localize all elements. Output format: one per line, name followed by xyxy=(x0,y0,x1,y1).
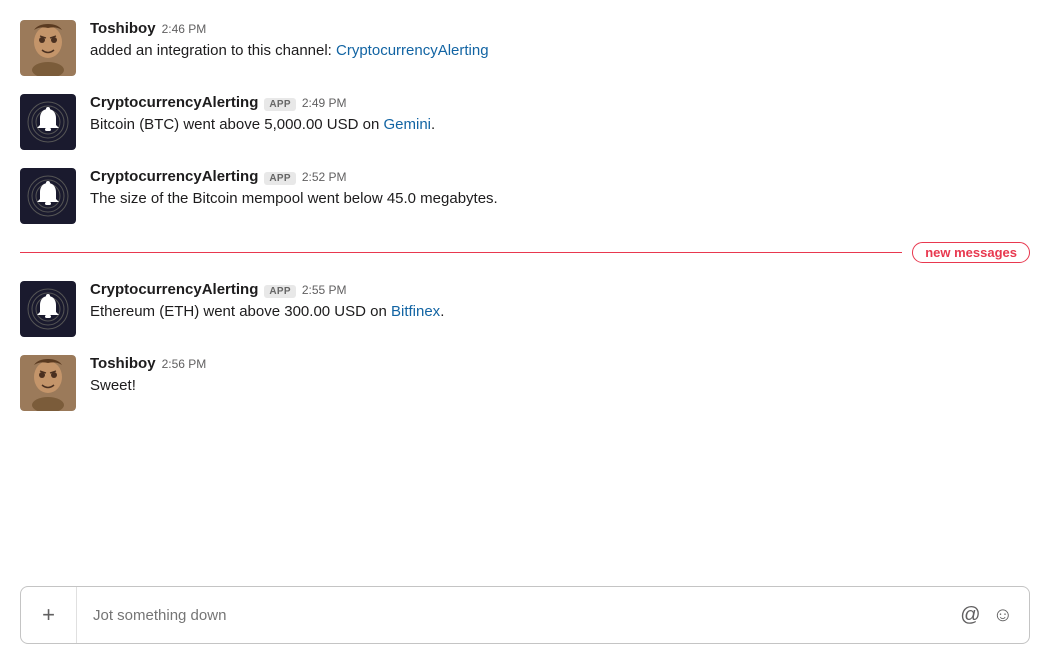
message-item: Toshiboy 2:46 PM added an integration to… xyxy=(20,20,1030,76)
timestamp: 2:56 PM xyxy=(162,357,207,371)
username: CryptocurrencyAlerting xyxy=(90,281,258,298)
divider-line xyxy=(20,252,902,253)
timestamp: 2:52 PM xyxy=(302,170,347,184)
message-item: CryptocurrencyAlerting APP 2:55 PM Ether… xyxy=(20,281,1030,337)
message-content: Toshiboy 2:56 PM Sweet! xyxy=(90,355,1030,398)
timestamp: 2:49 PM xyxy=(302,96,347,110)
message-text: The size of the Bitcoin mempool went bel… xyxy=(90,188,1030,211)
add-attachment-button[interactable]: + xyxy=(21,587,77,643)
message-input[interactable] xyxy=(77,593,960,638)
message-text: Ethereum (ETH) went above 300.00 USD on … xyxy=(90,301,1030,324)
message-header: Toshiboy 2:46 PM xyxy=(90,20,1030,37)
app-badge: APP xyxy=(264,285,295,298)
avatar xyxy=(20,355,76,411)
avatar xyxy=(20,281,76,337)
message-text: Sweet! xyxy=(90,375,1030,398)
message-composer: + @ ☺ xyxy=(20,586,1030,644)
new-messages-divider: new messages xyxy=(20,242,1030,263)
message-content: Toshiboy 2:46 PM added an integration to… xyxy=(90,20,1030,63)
message-item: CryptocurrencyAlerting APP 2:52 PM The s… xyxy=(20,168,1030,224)
message-header: CryptocurrencyAlerting APP 2:55 PM xyxy=(90,281,1030,298)
username: CryptocurrencyAlerting xyxy=(90,94,258,111)
exchange-link[interactable]: Gemini xyxy=(383,116,431,133)
integration-link[interactable]: CryptocurrencyAlerting xyxy=(336,42,489,59)
message-text: Bitcoin (BTC) went above 5,000.00 USD on… xyxy=(90,114,1030,137)
messages-container: Toshiboy 2:46 PM added an integration to… xyxy=(0,0,1050,576)
avatar xyxy=(20,20,76,76)
username: Toshiboy xyxy=(90,355,156,372)
username: CryptocurrencyAlerting xyxy=(90,168,258,185)
exchange-link[interactable]: Bitfinex xyxy=(391,303,440,320)
avatar xyxy=(20,94,76,150)
message-header: Toshiboy 2:56 PM xyxy=(90,355,1030,372)
message-content: CryptocurrencyAlerting APP 2:55 PM Ether… xyxy=(90,281,1030,324)
emoji-icon[interactable]: ☺ xyxy=(993,604,1013,627)
message-header: CryptocurrencyAlerting APP 2:52 PM xyxy=(90,168,1030,185)
message-content: CryptocurrencyAlerting APP 2:52 PM The s… xyxy=(90,168,1030,211)
message-content: CryptocurrencyAlerting APP 2:49 PM Bitco… xyxy=(90,94,1030,137)
timestamp: 2:46 PM xyxy=(162,22,207,36)
mention-icon[interactable]: @ xyxy=(960,604,980,627)
timestamp: 2:55 PM xyxy=(302,283,347,297)
message-header: CryptocurrencyAlerting APP 2:49 PM xyxy=(90,94,1030,111)
message-text: added an integration to this channel: Cr… xyxy=(90,40,1030,63)
app-badge: APP xyxy=(264,172,295,185)
composer-icons: @ ☺ xyxy=(960,604,1029,627)
new-messages-badge: new messages xyxy=(912,242,1030,263)
message-item: Toshiboy 2:56 PM Sweet! xyxy=(20,355,1030,411)
message-item: CryptocurrencyAlerting APP 2:49 PM Bitco… xyxy=(20,94,1030,150)
avatar xyxy=(20,168,76,224)
app-badge: APP xyxy=(264,98,295,111)
username: Toshiboy xyxy=(90,20,156,37)
